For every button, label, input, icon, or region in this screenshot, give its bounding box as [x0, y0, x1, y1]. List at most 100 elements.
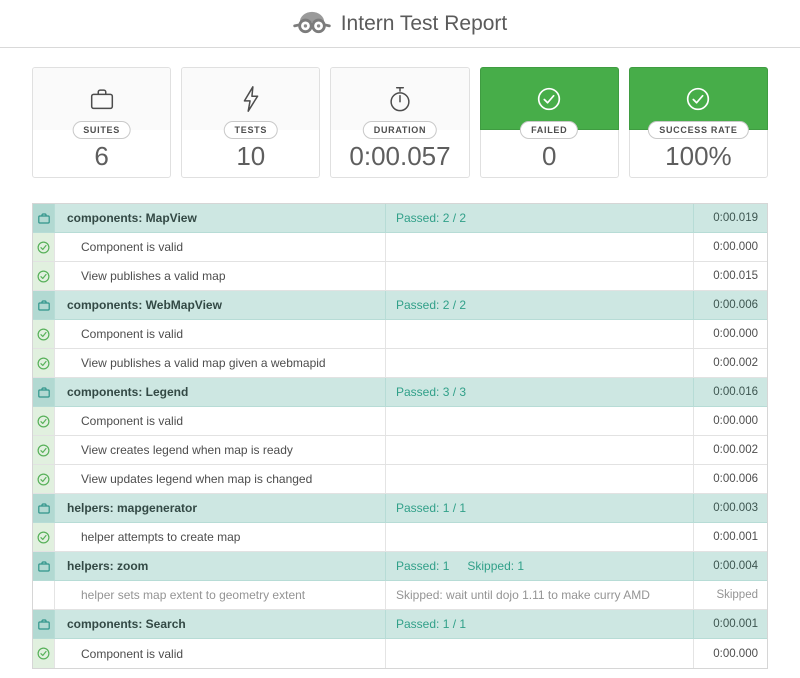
summary-card-tests: TESTS 10	[181, 67, 321, 178]
summary-label-failed: FAILED	[520, 121, 579, 139]
test-row: Component is valid 0:00.000	[33, 233, 767, 262]
suite-name: components: WebMapView	[55, 291, 386, 319]
test-duration: 0:00.015	[713, 270, 758, 282]
suite-briefcase-icon	[37, 386, 50, 398]
test-status	[386, 349, 694, 377]
suite-icon-cell	[33, 204, 55, 232]
suite-status: Passed: 2 / 2	[386, 291, 694, 319]
suite-duration: 0:00.016	[713, 386, 758, 398]
skipped-reason: Skipped: wait until dojo 1.11 to make cu…	[386, 581, 694, 609]
test-name: Component is valid	[55, 407, 386, 435]
skipped-test-row: helper sets map extent to geometry exten…	[33, 581, 767, 610]
check-circle-icon	[683, 84, 713, 114]
test-name: Component is valid	[55, 320, 386, 348]
suite-duration: 0:00.019	[713, 212, 758, 224]
test-duration: 0:00.000	[713, 415, 758, 427]
suite-status: Passed: 3 / 3	[386, 378, 694, 406]
suite-duration: 0:00.006	[713, 299, 758, 311]
test-status	[386, 233, 694, 261]
test-name: View updates legend when map is changed	[55, 465, 386, 493]
test-icon-cell	[33, 349, 55, 377]
suite-briefcase-icon	[37, 212, 50, 224]
test-status	[386, 262, 694, 290]
suite-status: Passed: 1 Skipped: 1	[386, 552, 694, 580]
summary-card-duration: DURATION 0:00.057	[330, 67, 470, 178]
suite-row: components: Search Passed: 1 / 1 0:00.00…	[33, 610, 767, 639]
stopwatch-icon	[386, 84, 414, 114]
suite-row: helpers: zoom Passed: 1 Skipped: 1 0:00.0…	[33, 552, 767, 581]
test-passed-check-icon	[37, 328, 50, 340]
test-icon-cell	[33, 262, 55, 290]
intern-test-report-page: Intern Test Report SUITES 6 TESTS 10 DUR…	[0, 0, 800, 669]
test-duration: 0:00.002	[713, 357, 758, 369]
suite-icon-cell	[33, 494, 55, 522]
test-icon-cell	[33, 436, 55, 464]
summary-label-tests: TESTS	[223, 121, 279, 139]
skipped-icon-cell	[33, 581, 55, 609]
report-header: Intern Test Report	[0, 0, 800, 48]
test-status	[386, 639, 694, 668]
summary-card-success-rate: SUCCESS RATE 100%	[628, 67, 769, 178]
test-name: Component is valid	[55, 639, 386, 668]
suite-duration: 0:00.004	[713, 560, 758, 572]
page-title: Intern Test Report	[340, 11, 508, 35]
test-row: Component is valid 0:00.000	[33, 320, 767, 349]
suite-briefcase-icon	[37, 618, 50, 630]
check-circle-icon	[534, 84, 564, 114]
suite-row: components: MapView Passed: 2 / 2 0:00.0…	[33, 204, 767, 233]
lightning-bolt-icon	[238, 84, 264, 114]
test-passed-check-icon	[37, 473, 50, 485]
suite-icon-cell	[33, 552, 55, 580]
suite-name: components: Legend	[55, 378, 386, 406]
test-name: helper sets map extent to geometry exten…	[55, 581, 386, 609]
suite-row: helpers: mapgenerator Passed: 1 / 1 0:00…	[33, 494, 767, 523]
test-row: Component is valid 0:00.000	[33, 639, 767, 668]
suite-status: Passed: 1 / 1	[386, 610, 694, 638]
suite-status: Passed: 2 / 2	[386, 204, 694, 232]
test-row: Component is valid 0:00.000	[33, 407, 767, 436]
test-duration: 0:00.002	[713, 444, 758, 456]
suite-row: components: Legend Passed: 3 / 3 0:00.01…	[33, 378, 767, 407]
results-table: components: MapView Passed: 2 / 2 0:00.0…	[32, 203, 768, 669]
test-passed-check-icon	[37, 444, 50, 456]
test-passed-check-icon	[37, 241, 50, 253]
suite-status: Passed: 1 / 1	[386, 494, 694, 522]
test-status	[386, 320, 694, 348]
test-duration: 0:00.001	[713, 531, 758, 543]
suite-briefcase-icon	[37, 560, 50, 572]
intern-goggles-icon	[292, 9, 331, 39]
test-name: Component is valid	[55, 233, 386, 261]
suite-icon-cell	[33, 378, 55, 406]
suite-name: helpers: mapgenerator	[55, 494, 386, 522]
test-duration: 0:00.006	[713, 473, 758, 485]
test-icon-cell	[33, 320, 55, 348]
test-passed-check-icon	[37, 270, 50, 282]
suite-row: components: WebMapView Passed: 2 / 2 0:0…	[33, 291, 767, 320]
test-status	[386, 523, 694, 551]
test-name: View creates legend when map is ready	[55, 436, 386, 464]
test-passed-check-icon	[37, 531, 50, 543]
test-name: View publishes a valid map given a webma…	[55, 349, 386, 377]
test-row: View creates legend when map is ready 0:…	[33, 436, 767, 465]
test-duration: Skipped	[716, 589, 758, 601]
test-row: helper attempts to create map 0:00.001	[33, 523, 767, 552]
test-icon-cell	[33, 465, 55, 493]
test-row: View publishes a valid map 0:00.015	[33, 262, 767, 291]
briefcase-icon	[87, 84, 117, 114]
test-passed-check-icon	[37, 415, 50, 427]
summary-card-suites: SUITES 6	[32, 67, 172, 178]
test-status	[386, 407, 694, 435]
test-icon-cell	[33, 233, 55, 261]
test-icon-cell	[33, 639, 55, 668]
suite-duration: 0:00.001	[713, 618, 758, 630]
summary-label-failed-duration: DURATION	[362, 121, 438, 139]
suite-name: components: MapView	[55, 204, 386, 232]
test-duration: 0:00.000	[713, 647, 758, 660]
suite-name: helpers: zoom	[55, 552, 386, 580]
test-passed-check-icon	[37, 357, 50, 369]
suite-icon-cell	[33, 610, 55, 638]
test-duration: 0:00.000	[713, 241, 758, 253]
test-name: View publishes a valid map	[55, 262, 386, 290]
test-icon-cell	[33, 523, 55, 551]
test-duration: 0:00.000	[713, 328, 758, 340]
